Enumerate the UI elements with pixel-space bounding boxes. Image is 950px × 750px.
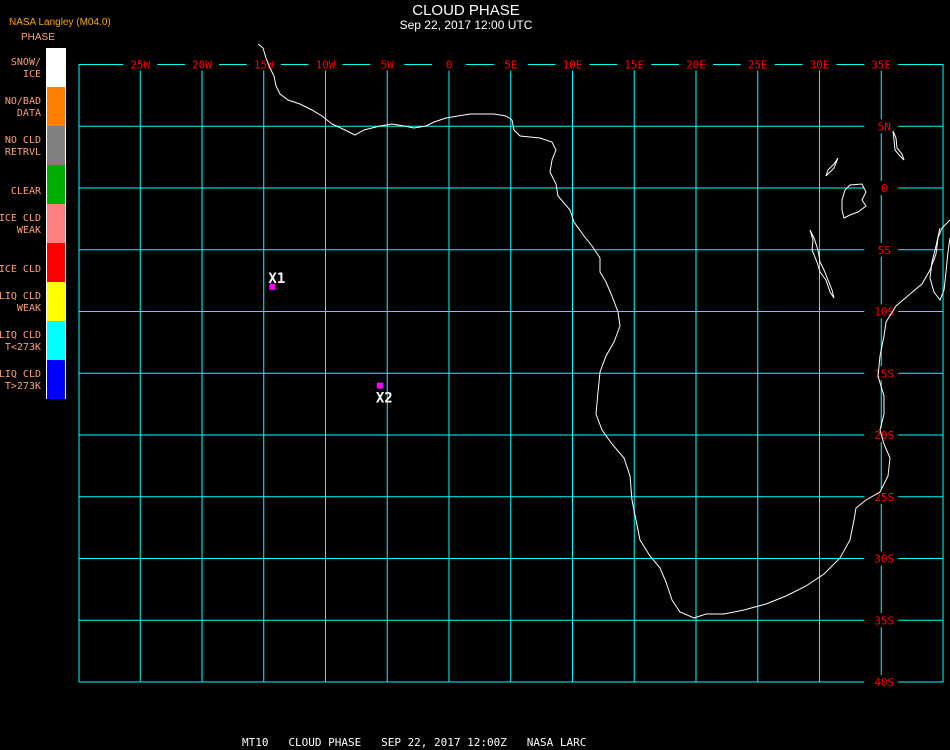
- lat-label: 20S: [874, 429, 894, 442]
- lon-label: 0: [446, 59, 453, 72]
- lon-label: 5W: [381, 59, 395, 72]
- marker-point: [376, 382, 383, 389]
- lat-label: 40S: [874, 676, 894, 689]
- lon-label: 25W: [130, 59, 150, 72]
- africa-coastline: [257, 43, 950, 619]
- lon-label: 10E: [563, 59, 583, 72]
- lat-label: 0: [881, 182, 888, 195]
- markers: X1 X2: [268, 271, 392, 407]
- lon-label: 5E: [504, 59, 517, 72]
- lon-label: 25E: [748, 59, 768, 72]
- map: 25W 20W 15W 10W 5W 0 5E 10E 15E 20E 25E 30E 35E5N05S…: [78, 43, 950, 689]
- lon-label: 20W: [192, 59, 212, 72]
- lon-label: 35E: [871, 59, 891, 72]
- marker-label: X2: [376, 391, 393, 407]
- lat-label: 25S: [874, 491, 894, 504]
- lon-label: 30E: [810, 59, 830, 72]
- coastline: [257, 43, 950, 619]
- lat-label: 10S: [874, 306, 894, 319]
- grid: 25W 20W 15W 10W 5W 0 5E 10E 15E 20E 25E 30E 35E5N05S…: [78, 58, 944, 689]
- lat-label: 30S: [874, 553, 894, 566]
- lat-label: 5S: [878, 244, 891, 257]
- lake-victoria: [841, 183, 867, 219]
- lake-turkana: [892, 130, 905, 161]
- lat-label: 35S: [874, 614, 894, 627]
- lon-label: 20E: [686, 59, 706, 72]
- footer-caption: MT10 CLOUD PHASE SEP 22, 2017 12:00Z NAS…: [242, 736, 587, 749]
- lat-label: 15S: [874, 367, 894, 380]
- lake-tanganyika: [809, 229, 835, 299]
- marker-label: X1: [268, 271, 285, 287]
- lon-label: 10W: [316, 59, 336, 72]
- lat-label: 5N: [878, 120, 891, 133]
- lake-malawi: [929, 227, 950, 302]
- lon-label: 15E: [624, 59, 644, 72]
- lake-albert: [825, 157, 839, 177]
